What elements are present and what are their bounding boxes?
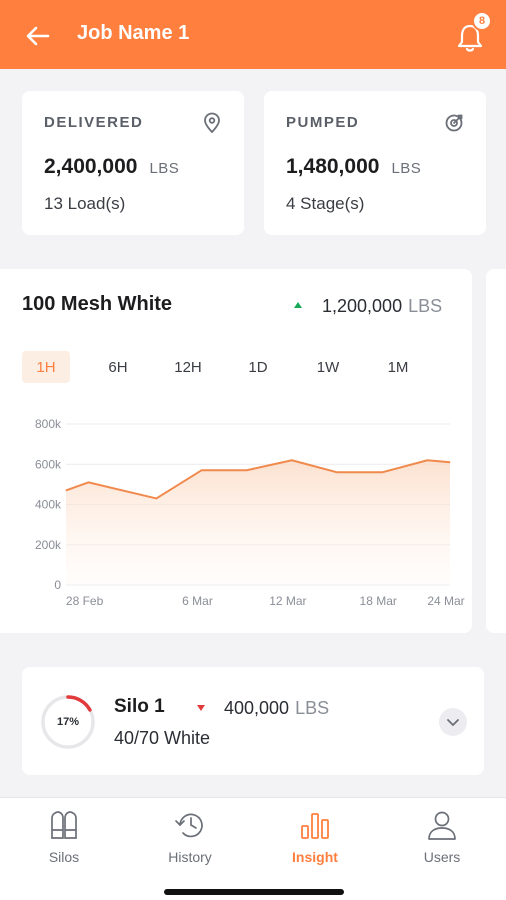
bar-chart-icon	[301, 813, 329, 839]
x-tick-label: 18 Mar	[360, 594, 397, 608]
nav-insight[interactable]: Insight	[265, 808, 365, 868]
delivered-card[interactable]: DELIVERED 2,400,000 LBS 13 Load(s)	[22, 91, 244, 235]
area-fill	[66, 460, 450, 585]
silo-unit: LBS	[295, 698, 330, 718]
product-name: 100 Mesh White	[22, 293, 173, 315]
silo-amount: 400,000	[224, 698, 290, 718]
tab-1h[interactable]: 1H	[22, 351, 70, 383]
nav-history[interactable]: History	[140, 808, 240, 868]
stat-unit: LBS	[391, 160, 422, 177]
data-point	[246, 469, 248, 471]
data-point	[449, 461, 451, 463]
nav-label: Silos	[48, 849, 80, 865]
app-header: Job Name 1 8	[0, 0, 506, 69]
nav-silos[interactable]: Silos	[14, 808, 114, 868]
x-tick-label: 24 Mar	[427, 594, 464, 608]
y-tick-label: 200k	[35, 538, 62, 552]
tab-1m[interactable]: 1M	[374, 351, 422, 383]
history-icon	[175, 813, 203, 838]
stat-label: PUMPED	[286, 114, 360, 131]
x-tick-label: 6 Mar	[182, 594, 213, 608]
tab-6h[interactable]: 6H	[94, 351, 142, 383]
data-point	[291, 459, 293, 461]
product-amount: 1,200,000	[322, 296, 403, 316]
tab-1d[interactable]: 1D	[234, 351, 282, 383]
notification-badge: 8	[472, 11, 492, 31]
user-icon	[428, 811, 456, 840]
silo-percent: 17%	[56, 716, 80, 728]
stat-subtext: 13 Load(s)	[44, 194, 126, 213]
nav-label: Insight	[292, 849, 338, 865]
page-title: Job Name 1	[77, 22, 190, 44]
stat-subtext: 4 Stage(s)	[286, 194, 365, 213]
y-tick-label: 400k	[35, 498, 62, 512]
next-product-card[interactable]	[486, 269, 506, 633]
x-tick-label: 28 Feb	[66, 594, 104, 608]
product-chart-card: 100 Mesh White 1,200,000 LBS 1H 6H 12H 1…	[0, 269, 472, 633]
chevron-down-icon[interactable]	[439, 708, 467, 736]
data-point	[201, 469, 203, 471]
x-tick-label: 12 Mar	[269, 594, 306, 608]
area-chart: 800k 600k 400k 200k 0 28 Feb 6 Mar 12 Mar 18 Mar…	[35, 417, 465, 608]
data-point	[336, 471, 338, 473]
data-point	[88, 481, 90, 483]
bottom-navigation: Silos History Insight Users	[0, 797, 506, 900]
back-arrow-icon[interactable]	[24, 23, 52, 49]
silo-card[interactable]: 17% Silo 1 400,000 LBS 40/70 White	[22, 667, 484, 775]
y-tick-label: 800k	[35, 417, 62, 431]
nav-label: History	[168, 849, 212, 865]
product-unit: LBS	[408, 296, 443, 316]
trend-up-icon	[294, 302, 302, 308]
nav-label: Users	[423, 849, 461, 865]
y-tick-label: 600k	[35, 457, 62, 471]
target-icon	[444, 112, 464, 134]
pumped-card[interactable]: PUMPED 1,480,000 LBS 4 Stage(s)	[264, 91, 486, 235]
location-pin-icon	[202, 112, 222, 134]
data-point	[155, 497, 157, 499]
home-indicator	[164, 889, 344, 895]
stat-label: DELIVERED	[44, 114, 144, 131]
y-tick-label: 0	[54, 578, 61, 592]
silos-icon	[51, 811, 77, 839]
data-point	[381, 471, 383, 473]
stat-value: 1,480,000	[286, 155, 380, 178]
silo-name: Silo 1	[114, 696, 165, 717]
tab-1w[interactable]: 1W	[304, 351, 352, 383]
tab-12h[interactable]: 12H	[164, 351, 212, 383]
stat-unit: LBS	[149, 160, 180, 177]
silo-product: 40/70 White	[114, 728, 211, 748]
nav-users[interactable]: Users	[392, 808, 492, 868]
data-point	[426, 459, 428, 461]
trend-down-icon	[197, 705, 205, 711]
data-point	[65, 489, 67, 491]
stat-value: 2,400,000	[44, 155, 138, 178]
